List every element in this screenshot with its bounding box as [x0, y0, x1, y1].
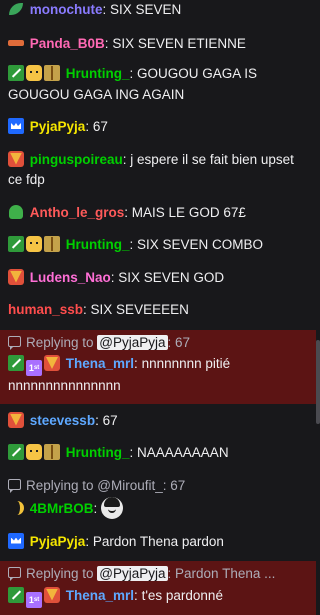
- gift-badge-icon: [44, 444, 60, 460]
- reply-context[interactable]: Replying to @PyjaPyja: Pardon Thena ...: [0, 561, 316, 585]
- chat-text: SIX SEVEEEEN: [90, 302, 189, 317]
- vs-badge-icon: [8, 411, 24, 428]
- chat-message: Ludens_Nao: SIX SEVEN GOD: [0, 265, 316, 292]
- chat-message: Hrunting_: SIX SEVEN COMBO: [0, 232, 316, 259]
- crown-badge-icon: [8, 118, 24, 134]
- chat-username[interactable]: monochute: [30, 2, 103, 17]
- highlighted-reply-message: Replying to @PyjaPyja: Pardon Thena ... …: [0, 561, 316, 615]
- chat-username[interactable]: PyjaPyja: [30, 534, 86, 549]
- chat-message: 1ˢᵗ Thena_mrl: nnnnnnnn pitié nnnnnnnnnn…: [8, 355, 231, 393]
- chat-text: MAIS LE GOD 67£: [131, 204, 246, 220]
- chat-username[interactable]: Antho_le_gros: [30, 205, 125, 220]
- chat-text: SIX SEVEN: [110, 2, 182, 17]
- chat-text: Pardon Thena pardon: [92, 533, 224, 549]
- crown-badge-icon: [8, 532, 24, 549]
- chat-text: SIX SEVEN ETIENNE: [112, 35, 246, 51]
- reply-icon: [8, 335, 21, 350]
- chat-log: monochute: SIX SEVEN Panda_B0B: SIX SEVE…: [0, 0, 316, 615]
- chat-text: SIX SEVEN COMBO: [137, 237, 264, 252]
- mention[interactable]: @PyjaPyja: [97, 566, 168, 581]
- chat-username[interactable]: Ludens_Nao: [30, 270, 111, 285]
- chat-username[interactable]: Hrunting_: [66, 66, 130, 81]
- mention[interactable]: @Miroufit_: [97, 478, 162, 493]
- dino-icon: [8, 204, 24, 220]
- chat-username[interactable]: PyjaPyja: [30, 119, 86, 134]
- chat-username[interactable]: Thena_mrl: [66, 588, 134, 603]
- chat-text: SIX SEVEN GOD: [118, 269, 225, 285]
- chat-text: t'es pardonné: [141, 587, 223, 603]
- chat-message: PyjaPyja: 67: [0, 114, 316, 141]
- chat-message: Hrunting_: GOUGOU GAGA IS GOUGOU GAGA IN…: [8, 65, 258, 102]
- highlighted-reply-message: Replying to @PyjaPyja: 67 1ˢᵗ Thena_mrl:…: [0, 329, 316, 404]
- chat-username[interactable]: steevessb: [30, 413, 95, 428]
- chat-message: Hrunting_: NAAAAAAAAN: [0, 440, 316, 467]
- reply-context[interactable]: Replying to @Miroufit_: 67: [0, 473, 316, 497]
- sword-badge-icon: [8, 65, 24, 81]
- first-badge-icon: 1ˢᵗ: [26, 360, 42, 376]
- chat-message: 4BMrBOB:: [0, 496, 316, 523]
- reply-icon: [8, 478, 21, 493]
- chat-message: 1ˢᵗ Thena_mrl: t'es pardonné: [0, 585, 316, 611]
- gun-icon: [8, 35, 24, 51]
- scrollbar[interactable]: [316, 340, 320, 424]
- chat-username[interactable]: pinguspoireau: [30, 152, 123, 167]
- pikachu-badge-icon: [26, 65, 42, 81]
- vs-badge-icon: [8, 150, 24, 167]
- chat-message: PyjaPyja: Pardon Thena pardon: [0, 529, 316, 556]
- reply-context[interactable]: Replying to @PyjaPyja: 67: [0, 330, 316, 354]
- chat-message: pinguspoireau: j espere il se fait bien …: [8, 150, 294, 187]
- chat-username[interactable]: Thena_mrl: [66, 356, 134, 371]
- chat-message: steevessb: 67: [0, 408, 316, 435]
- chat-text: 67: [102, 412, 118, 428]
- banana-icon: [8, 500, 24, 516]
- chat-message: Panda_B0B: SIX SEVEN ETIENNE: [0, 31, 316, 58]
- chat-text: NAAAAAAAAN: [137, 445, 229, 460]
- leaf-icon: [8, 1, 24, 17]
- vs-badge-icon: [8, 268, 24, 285]
- reply-icon: [8, 567, 21, 581]
- chat-username[interactable]: Hrunting_: [66, 445, 130, 460]
- chat-username[interactable]: human_ssb: [8, 302, 83, 317]
- pikachu-badge-icon: [26, 236, 42, 252]
- sword-badge-icon: [8, 355, 24, 371]
- chat-message: Antho_le_gros: MAIS LE GOD 67£: [0, 200, 316, 227]
- chat-username[interactable]: Panda_B0B: [30, 36, 105, 51]
- mention[interactable]: @PyjaPyja: [97, 334, 168, 350]
- first-badge-icon: 1ˢᵗ: [26, 591, 42, 608]
- reply-message: Replying to @Miroufit_: 67 4BMrBOB:: [0, 473, 316, 523]
- chat-text: 67: [92, 119, 108, 134]
- chat-message: human_ssb: SIX SEVEEEEN: [8, 302, 189, 317]
- gift-badge-icon: [44, 65, 60, 81]
- sword-badge-icon: [8, 236, 24, 252]
- vs-badge-icon: [44, 355, 60, 371]
- chat-username[interactable]: 4BMrBOB: [30, 501, 94, 516]
- chat-username[interactable]: Hrunting_: [66, 237, 130, 252]
- chat-message: monochute: SIX SEVEN: [0, 0, 316, 24]
- gift-badge-icon: [44, 236, 60, 252]
- sword-badge-icon: [8, 444, 24, 460]
- face-emote[interactable]: [101, 497, 124, 519]
- pikachu-badge-icon: [26, 444, 42, 460]
